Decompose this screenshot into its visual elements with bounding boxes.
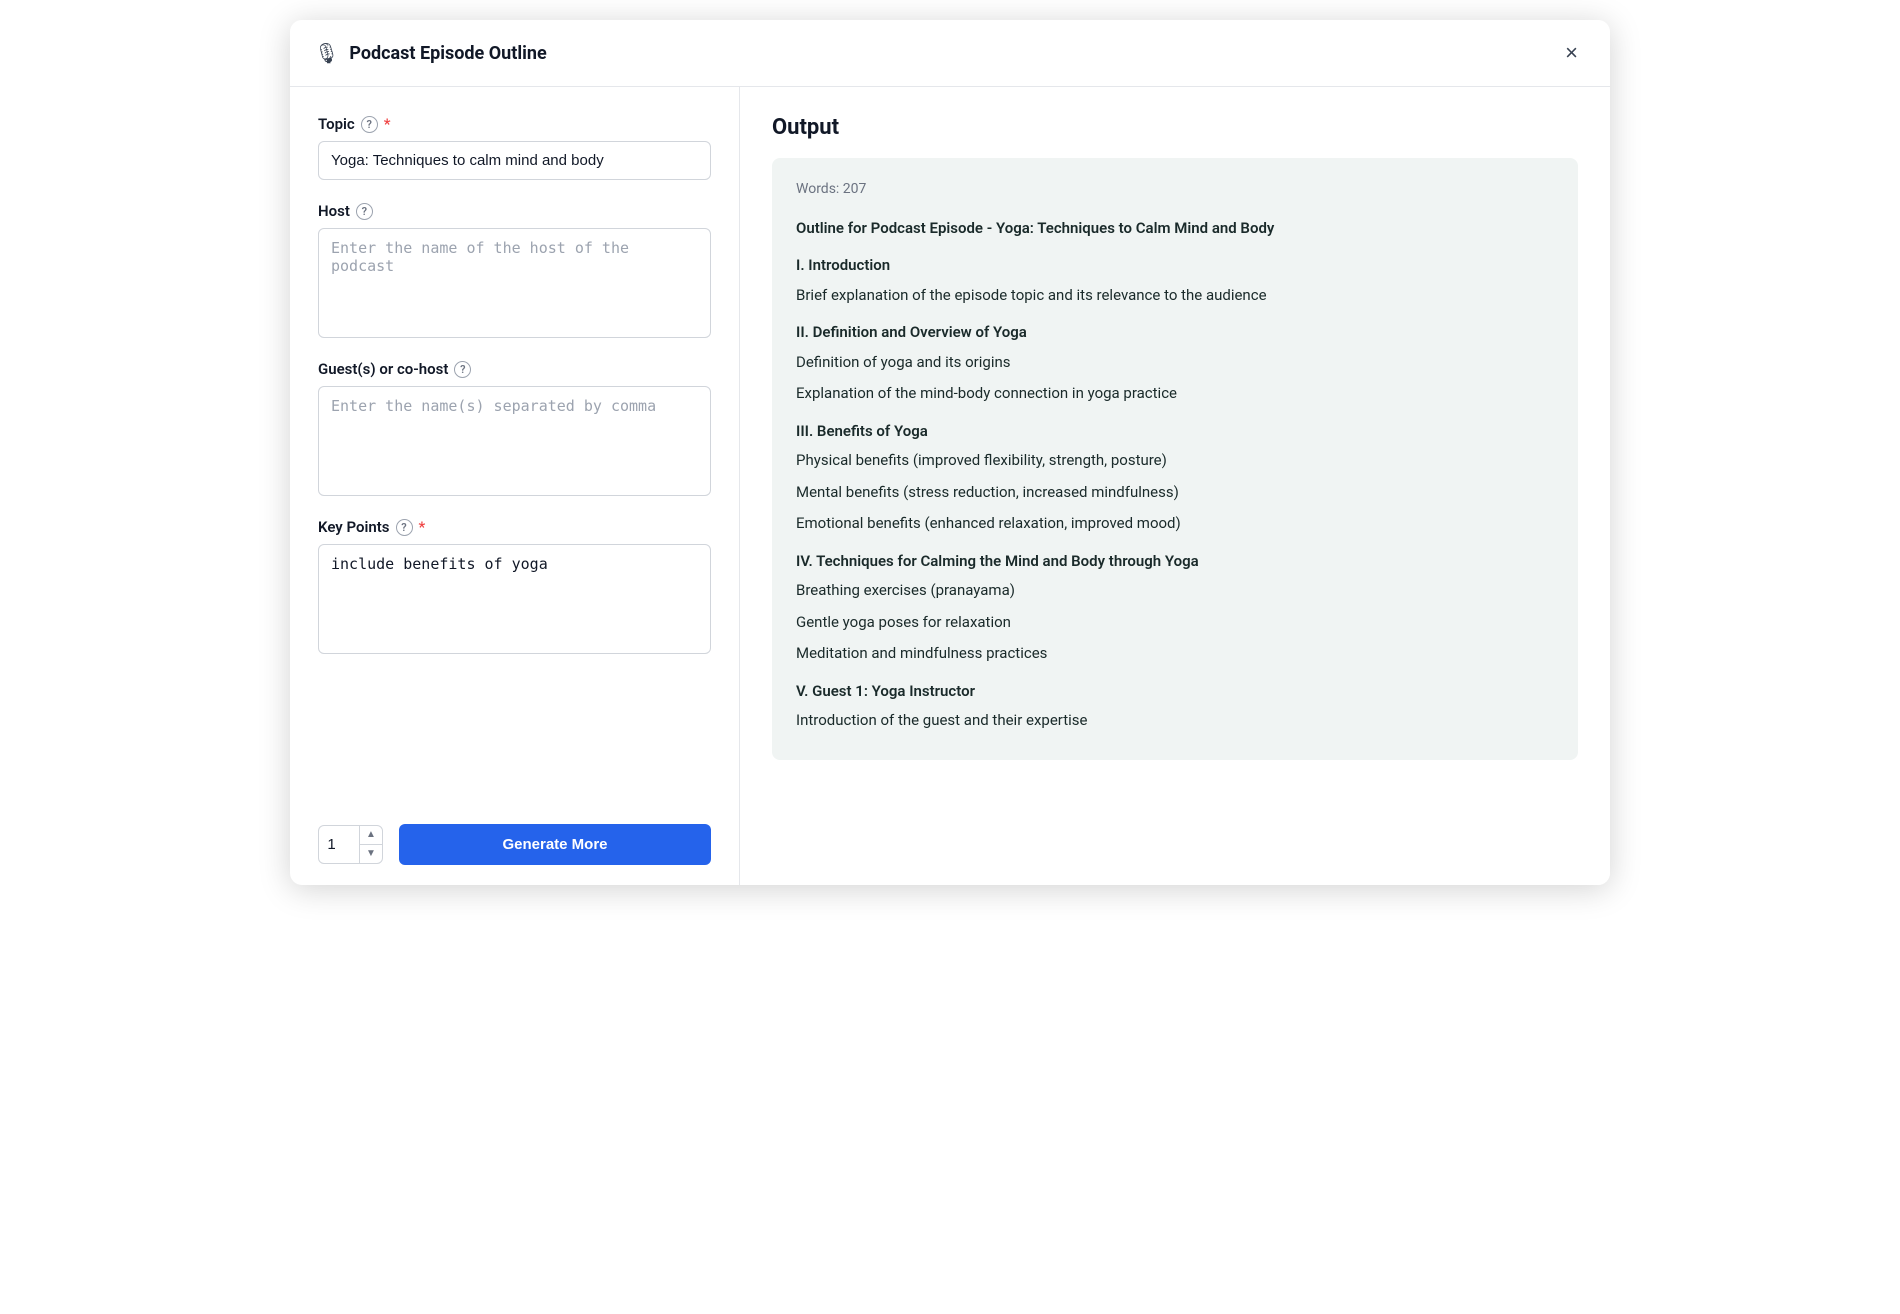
output-line: II. Definition and Overview of Yoga (796, 320, 1554, 346)
topic-help-icon[interactable]: ? (361, 116, 378, 133)
topic-label-text: Topic (318, 115, 355, 133)
host-field-group: Host ? (318, 202, 711, 338)
output-line: Mental benefits (stress reduction, incre… (796, 480, 1554, 506)
guests-help-icon[interactable]: ? (454, 361, 471, 378)
podcast-episode-outline-modal: 🎙 Podcast Episode Outline × Topic ? * Ho… (290, 20, 1610, 885)
host-label: Host ? (318, 202, 711, 220)
output-line: Emotional benefits (enhanced relaxation,… (796, 511, 1554, 537)
output-line: Definition of yoga and its origins (796, 350, 1554, 376)
modal-header: 🎙 Podcast Episode Outline × (290, 20, 1610, 87)
output-line: Meditation and mindfulness practices (796, 641, 1554, 667)
close-button[interactable]: × (1557, 38, 1586, 68)
output-line: Introduction of the guest and their expe… (796, 708, 1554, 734)
key-points-field-group: Key Points ? * include benefits of yoga (318, 518, 711, 654)
output-line: V. Guest 1: Yoga Instructor (796, 679, 1554, 705)
guests-input[interactable] (318, 386, 711, 496)
key-points-label: Key Points ? * (318, 518, 711, 536)
number-spinners: ▲ ▼ (359, 826, 382, 863)
output-line: I. Introduction (796, 253, 1554, 279)
output-line: III. Benefits of Yoga (796, 419, 1554, 445)
output-line: Gentle yoga poses for relaxation (796, 610, 1554, 636)
guests-label: Guest(s) or co-host ? (318, 360, 711, 378)
output-line: Physical benefits (improved flexibility,… (796, 448, 1554, 474)
guests-label-text: Guest(s) or co-host (318, 360, 448, 378)
left-panel: Topic ? * Host ? Guest(s) or co-host ? (290, 87, 740, 885)
output-lines-container: Outline for Podcast Episode - Yoga: Tech… (796, 216, 1554, 734)
words-count: Words: 207 (796, 178, 1554, 202)
output-box: Words: 207 Outline for Podcast Episode -… (772, 158, 1578, 760)
guests-field-group: Guest(s) or co-host ? (318, 360, 711, 496)
mic-icon: 🎙 (314, 41, 339, 65)
output-line: Explanation of the mind-body connection … (796, 381, 1554, 407)
header-left: 🎙 Podcast Episode Outline (314, 41, 1557, 65)
spinner-up-button[interactable]: ▲ (360, 826, 382, 844)
right-panel: Output Words: 207 Outline for Podcast Ep… (740, 87, 1610, 885)
spinner-down-button[interactable]: ▼ (360, 845, 382, 863)
output-line: IV. Techniques for Calming the Mind and … (796, 549, 1554, 575)
key-points-required-star: * (419, 518, 426, 536)
modal-title: Podcast Episode Outline (349, 43, 546, 64)
topic-required-star: * (384, 115, 391, 133)
generate-more-button[interactable]: Generate More (399, 824, 711, 865)
topic-field-group: Topic ? * (318, 115, 711, 180)
output-line: Brief explanation of the episode topic a… (796, 283, 1554, 309)
host-help-icon[interactable]: ? (356, 203, 373, 220)
number-input-wrap: ▲ ▼ (318, 825, 383, 864)
key-points-label-text: Key Points (318, 518, 390, 536)
host-label-text: Host (318, 202, 350, 220)
topic-label: Topic ? * (318, 115, 711, 133)
key-points-input[interactable]: include benefits of yoga (318, 544, 711, 654)
key-points-help-icon[interactable]: ? (396, 519, 413, 536)
output-title: Output (772, 115, 1578, 140)
host-input[interactable] (318, 228, 711, 338)
output-line: Breathing exercises (pranayama) (796, 578, 1554, 604)
topic-input[interactable] (318, 141, 711, 180)
modal-body: Topic ? * Host ? Guest(s) or co-host ? (290, 87, 1610, 885)
bottom-bar: ▲ ▼ Generate More (318, 814, 711, 865)
quantity-input[interactable] (319, 828, 359, 861)
output-line: Outline for Podcast Episode - Yoga: Tech… (796, 216, 1554, 242)
